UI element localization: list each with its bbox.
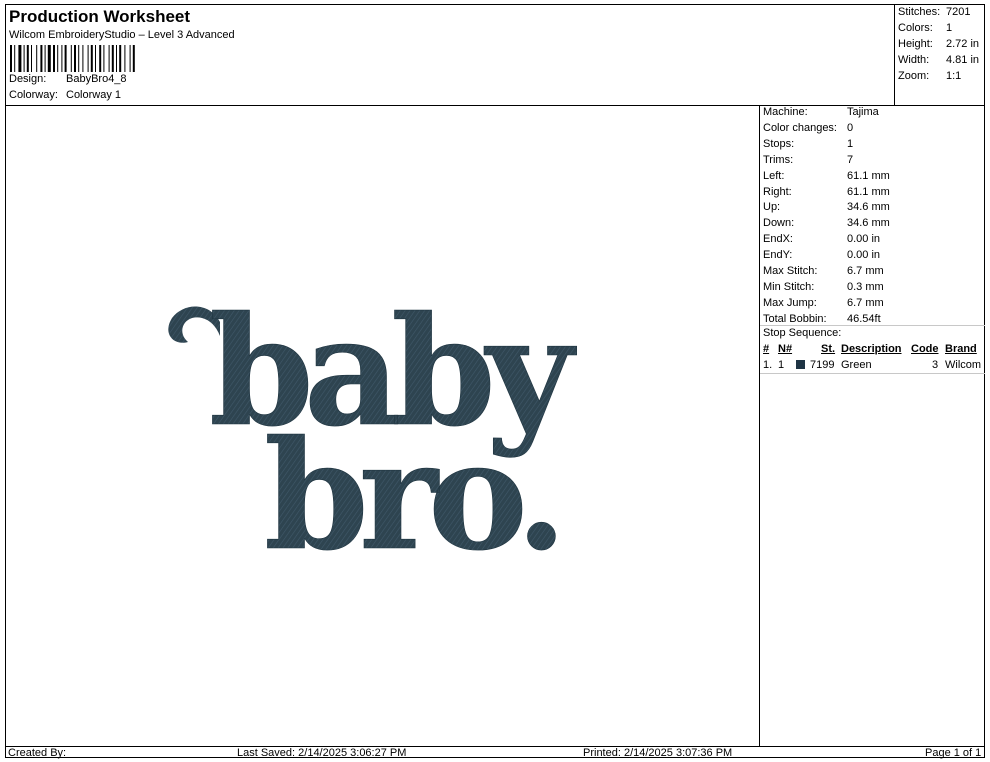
info-row: Max Jump: 6.7 mm (763, 297, 884, 309)
info-value: Tajima (847, 106, 879, 118)
barcode-image (10, 45, 135, 72)
info-label: Stops: (763, 137, 795, 150)
stat-value: 1:1 (946, 70, 962, 82)
info-value: 46.54ft (847, 312, 881, 325)
design-canvas: baby bro. (6, 106, 759, 746)
worksheet-footer: Created By: Last Saved: 2/14/2025 3:06:2… (6, 746, 984, 759)
design-row: Design: BabyBro4_8 (9, 73, 127, 85)
stat-label: Width: (898, 54, 930, 66)
design-preview: baby bro. (168, 284, 587, 584)
stat-label: Height: (898, 38, 933, 50)
stat-label: Stitches: (898, 6, 941, 18)
info-label: Trims: (763, 153, 794, 166)
info-label: EndX: (763, 233, 793, 246)
col-header-st: St. (821, 343, 836, 355)
info-value: 61.1 mm (847, 185, 890, 198)
info-label: Min Stitch: (763, 280, 815, 293)
info-label: Up: (763, 201, 781, 214)
info-value: 34.6 mm (847, 201, 890, 214)
thread-color-swatch (796, 360, 805, 369)
info-label: Max Stitch: (763, 265, 818, 277)
colorway-value: Colorway 1 (66, 89, 122, 101)
page-title: Production Worksheet (9, 7, 191, 26)
stat-value: 2.72 in (946, 38, 980, 50)
page-number: Page 1 of 1 (925, 747, 982, 759)
worksheet-frame: Production Worksheet Wilcom EmbroiderySt… (5, 4, 985, 759)
info-row: Up: 34.6 mm (763, 201, 890, 213)
software-name: Wilcom EmbroideryStudio – Level 3 Advanc… (9, 29, 235, 41)
stat-height: Height: 2.72 in (898, 38, 979, 50)
info-row: Left: 61.1 mm (763, 170, 890, 182)
cell-n: 1 (778, 359, 785, 371)
cell-description: Green (841, 359, 872, 371)
section-divider (760, 325, 985, 326)
stat-label: Zoom: (898, 70, 930, 82)
info-label: Down: (763, 217, 795, 230)
col-header-code: Code (911, 343, 939, 355)
info-row: Total Bobbin: 46.54ft (763, 313, 881, 325)
info-value: 7 (847, 153, 854, 166)
table-bottom-rule (760, 373, 985, 374)
info-value: 61.1 mm (847, 169, 890, 182)
created-by: Created By: (8, 747, 67, 759)
info-row: Max Stitch: 6.7 mm (763, 265, 884, 277)
info-row: Trims: 7 (763, 154, 853, 166)
info-value: 1 (847, 137, 854, 150)
info-label: Left: (763, 169, 785, 182)
info-row: Machine: Tajima (763, 106, 879, 118)
info-value: 6.7 mm (847, 296, 884, 309)
info-value: 0 (847, 121, 854, 134)
stat-value: 4.81 in (946, 54, 980, 66)
info-row: Min Stitch: 0.3 mm (763, 281, 884, 293)
worksheet-header: Production Worksheet Wilcom EmbroiderySt… (6, 5, 894, 105)
info-label: Machine: (763, 106, 808, 118)
info-value: 0.3 mm (847, 280, 884, 293)
info-label: Total Bobbin: (763, 312, 827, 325)
stat-colors: Colors: 1 (898, 22, 952, 34)
info-row: EndX: 0.00 in (763, 233, 880, 245)
stat-value: 7201 (946, 6, 971, 18)
printed-date: Printed: 2/14/2025 3:07:36 PM (583, 747, 733, 759)
info-value: 0.00 in (847, 233, 881, 246)
info-row: Down: 34.6 mm (763, 217, 890, 229)
info-label: EndY: (763, 249, 793, 262)
colorway-row: Colorway: Colorway 1 (9, 89, 121, 101)
stat-zoom: Zoom: 1:1 (898, 70, 961, 82)
info-row: Stops: 1 (763, 138, 853, 150)
info-label: Color changes: (763, 121, 837, 134)
info-row: EndY: 0.00 in (763, 249, 880, 261)
info-row: Right: 61.1 mm (763, 186, 890, 198)
last-saved: Last Saved: 2/14/2025 3:06:27 PM (237, 747, 407, 759)
design-label: Design: (9, 73, 47, 85)
design-value: BabyBro4_8 (66, 73, 127, 85)
cell-brand: Wilcom (945, 359, 982, 371)
stat-stitches: Stitches: 7201 (898, 6, 970, 18)
colorway-label: Colorway: (9, 89, 58, 101)
info-label: Max Jump: (763, 296, 817, 309)
cell-st: 7199 (810, 359, 835, 371)
stat-width: Width: 4.81 in (898, 54, 979, 66)
col-header-brand: Brand (945, 343, 977, 355)
stats-panel: Stitches: 7201 Colors: 1 Height: 2.72 in Wi… (894, 5, 985, 105)
cell-num: 1. (763, 359, 773, 371)
info-value: 0.00 in (847, 249, 881, 262)
stat-value: 1 (946, 22, 953, 34)
info-value: 34.6 mm (847, 217, 890, 230)
info-label: Right: (763, 185, 792, 198)
info-row: Color changes: 0 (763, 122, 853, 134)
design-line-bro: bro. (264, 408, 558, 584)
col-header-n: N# (778, 343, 793, 355)
col-header-description: Description (841, 343, 902, 355)
col-header-num: # (763, 343, 770, 355)
cell-code: 3 (932, 359, 939, 371)
info-value: 6.7 mm (847, 265, 884, 277)
stat-label: Colors: (898, 22, 933, 34)
stop-sequence-label: Stop Sequence: (763, 327, 842, 339)
machine-info-panel: Machine: Tajima Color changes: 0 Stops: 1 Trim… (759, 105, 985, 746)
